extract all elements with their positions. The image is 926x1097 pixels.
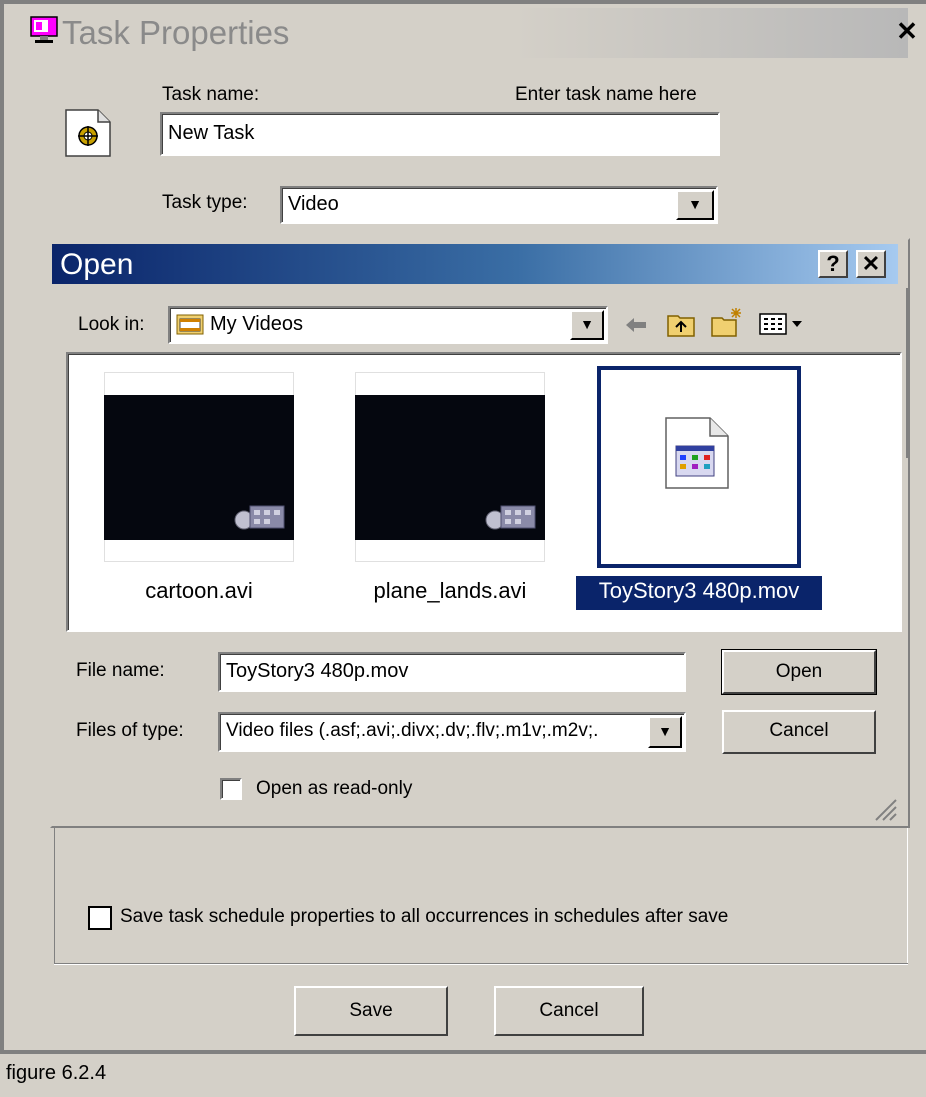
task-type-dropdown-button[interactable]: ▼ [676,190,714,220]
video-file-icon [232,492,288,532]
read-only-checkbox[interactable] [220,778,242,800]
task-name-hint: Enter task name here [515,84,697,105]
look-in-value: My Videos [210,313,304,335]
help-button[interactable]: ? [818,250,848,278]
save-schedule-checkbox[interactable] [88,906,112,930]
task-cancel-button[interactable]: Cancel [494,986,644,1036]
task-type-select[interactable]: Video [280,186,718,224]
open-dialog-close-button[interactable]: ✕ [856,250,886,278]
task-file-icon [64,108,112,158]
task-type-label: Task type: [162,192,248,213]
open-dialog-title-bar[interactable] [52,244,898,284]
file-name-input[interactable]: ToyStory3 480p.mov [218,652,686,692]
look-in-dropdown-button[interactable]: ▼ [570,310,604,340]
caption-bar [0,1050,926,1097]
save-button[interactable]: Save [294,986,448,1036]
files-of-type-dropdown-button[interactable]: ▼ [648,716,682,748]
back-arrow-icon[interactable] [622,312,650,338]
file-name-cartoon[interactable]: cartoon.avi [104,578,294,604]
task-window-inner-panel [54,828,908,964]
view-menu-icon[interactable] [758,310,810,338]
read-only-label: Open as read-only [256,778,413,799]
save-schedule-label: Save task schedule properties to all occ… [120,906,729,927]
task-name-label: Task name: [162,84,260,105]
task-name-input[interactable]: New Task [160,112,720,156]
look-in-label: Look in: [78,314,145,335]
open-dialog-cancel-button[interactable]: Cancel [722,710,876,754]
files-of-type-label: Files of type: [76,720,184,741]
file-name-plane-lands[interactable]: plane_lands.avi [345,578,555,604]
open-button[interactable]: Open [721,649,877,695]
file-name-toystory[interactable]: ToyStory3 480p.mov [576,576,822,610]
file-name-label: File name: [76,660,165,681]
task-properties-title: Task Properties [62,14,290,51]
look-in-select[interactable]: My Videos [168,306,608,344]
close-icon[interactable]: ✕ [894,18,920,44]
resize-grip-icon[interactable] [872,796,898,822]
task-window-right-edge [906,288,910,458]
video-file-icon [483,492,539,532]
my-videos-folder-icon [176,312,204,336]
section-divider [54,963,908,965]
app-icon [30,16,60,44]
figure-caption: figure 6.2.4 [6,1062,107,1084]
generic-file-icon [662,416,732,490]
up-one-level-icon[interactable] [666,310,698,338]
open-dialog-title: Open [60,248,134,281]
files-of-type-select[interactable]: Video files (.asf;.avi;.divx;.dv;.flv;.m… [218,712,686,752]
new-folder-icon[interactable] [710,306,744,338]
